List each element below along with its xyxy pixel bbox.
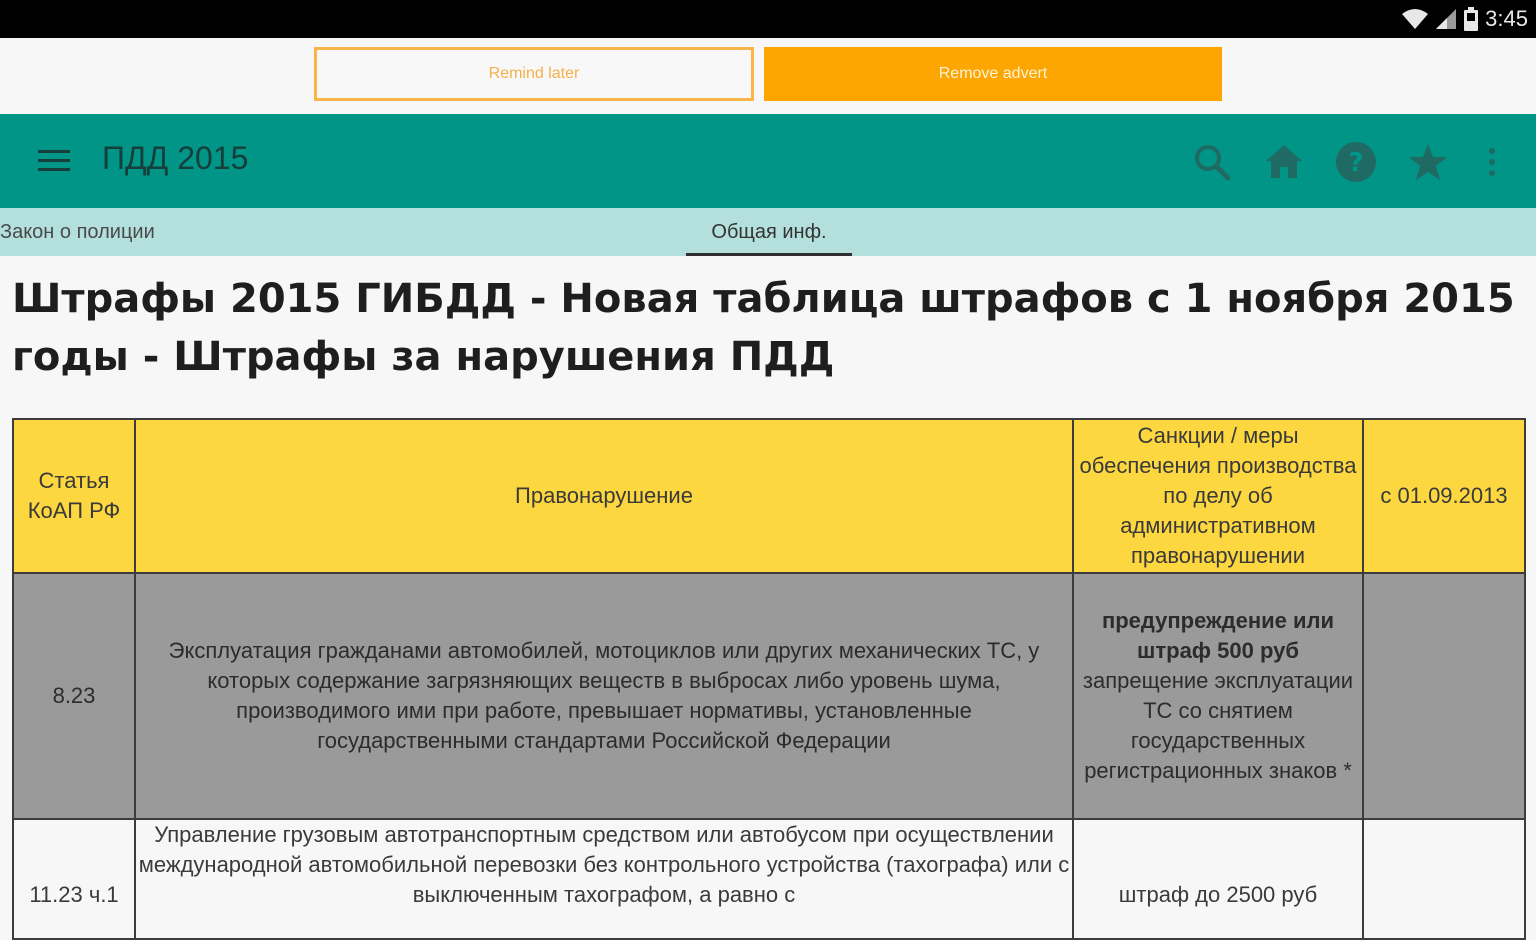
sanction-measure: запрещение эксплуатации ТС со снятием го…: [1082, 668, 1354, 783]
header-since-date: с 01.09.2013: [1362, 418, 1526, 574]
menu-icon[interactable]: [38, 147, 70, 175]
sanction-fine: предупреждение или штраф 500 руб: [1101, 608, 1335, 663]
cell-article: 8.23: [12, 572, 136, 820]
status-icons: 3:45: [1401, 4, 1528, 34]
signal-icon: [1436, 9, 1457, 29]
cell-sanction: штраф до 2500 руб: [1072, 818, 1364, 940]
cell-offense: Управление грузовым автотранспортным сре…: [134, 818, 1074, 940]
sanction-fine: штраф до 2500 руб: [1118, 882, 1318, 907]
header-sanctions: Санкции / меры обеспечения производства …: [1072, 418, 1364, 574]
battery-icon: [1464, 7, 1479, 31]
status-time: 3:45: [1485, 6, 1528, 31]
app-title: ПДД 2015: [102, 140, 249, 176]
cell-since: [1362, 572, 1526, 820]
table-row[interactable]: 8.23 Эксплуатация гражданами автомобилей…: [12, 572, 1526, 820]
home-icon: [1266, 145, 1302, 178]
header-article: Статья КоАП РФ: [12, 418, 136, 574]
page-title: Штрафы 2015 ГИБДД - Новая таблица штрафо…: [12, 276, 1515, 380]
cell-since: [1362, 818, 1526, 940]
status-bar: 3:45: [0, 0, 1536, 38]
tab-police-law[interactable]: Закон о полиции: [0, 208, 155, 256]
header-offense: Правонарушение: [134, 418, 1074, 574]
more-vertical-icon: [1489, 148, 1495, 176]
tab-indicator: [686, 253, 852, 256]
svg-text:?: ?: [1348, 148, 1363, 178]
table-header-row: Статья КоАП РФ Правонарушение Санкции / …: [12, 418, 1526, 574]
favorite-button[interactable]: [1404, 138, 1452, 186]
remind-later-button[interactable]: Remind later: [314, 47, 754, 101]
search-button[interactable]: [1188, 138, 1236, 186]
app-bar: ПДД 2015 ?: [0, 114, 1536, 208]
remove-advert-button[interactable]: Remove advert: [764, 47, 1222, 101]
fines-table: Статья КоАП РФ Правонарушение Санкции / …: [12, 418, 1526, 940]
help-button[interactable]: ?: [1332, 138, 1380, 186]
home-button[interactable]: [1260, 138, 1308, 186]
star-icon: [1409, 144, 1447, 180]
ad-bar: Remind later Remove advert: [0, 38, 1536, 114]
wifi-icon: [1402, 9, 1429, 29]
search-icon: [1195, 145, 1231, 181]
table-row[interactable]: 11.23 ч.1 Управление грузовым автотрансп…: [12, 818, 1526, 940]
tab-general-info[interactable]: Общая инф.: [686, 208, 852, 256]
cell-article: 11.23 ч.1: [12, 818, 136, 940]
cell-offense: Эксплуатация гражданами автомобилей, мот…: [134, 572, 1074, 820]
cell-sanction: предупреждение или штраф 500 руб запреще…: [1072, 572, 1364, 820]
help-icon: ?: [1336, 142, 1376, 182]
overflow-menu-button[interactable]: [1468, 138, 1516, 186]
tab-bar: Закон о полиции Общая инф.: [0, 208, 1536, 256]
